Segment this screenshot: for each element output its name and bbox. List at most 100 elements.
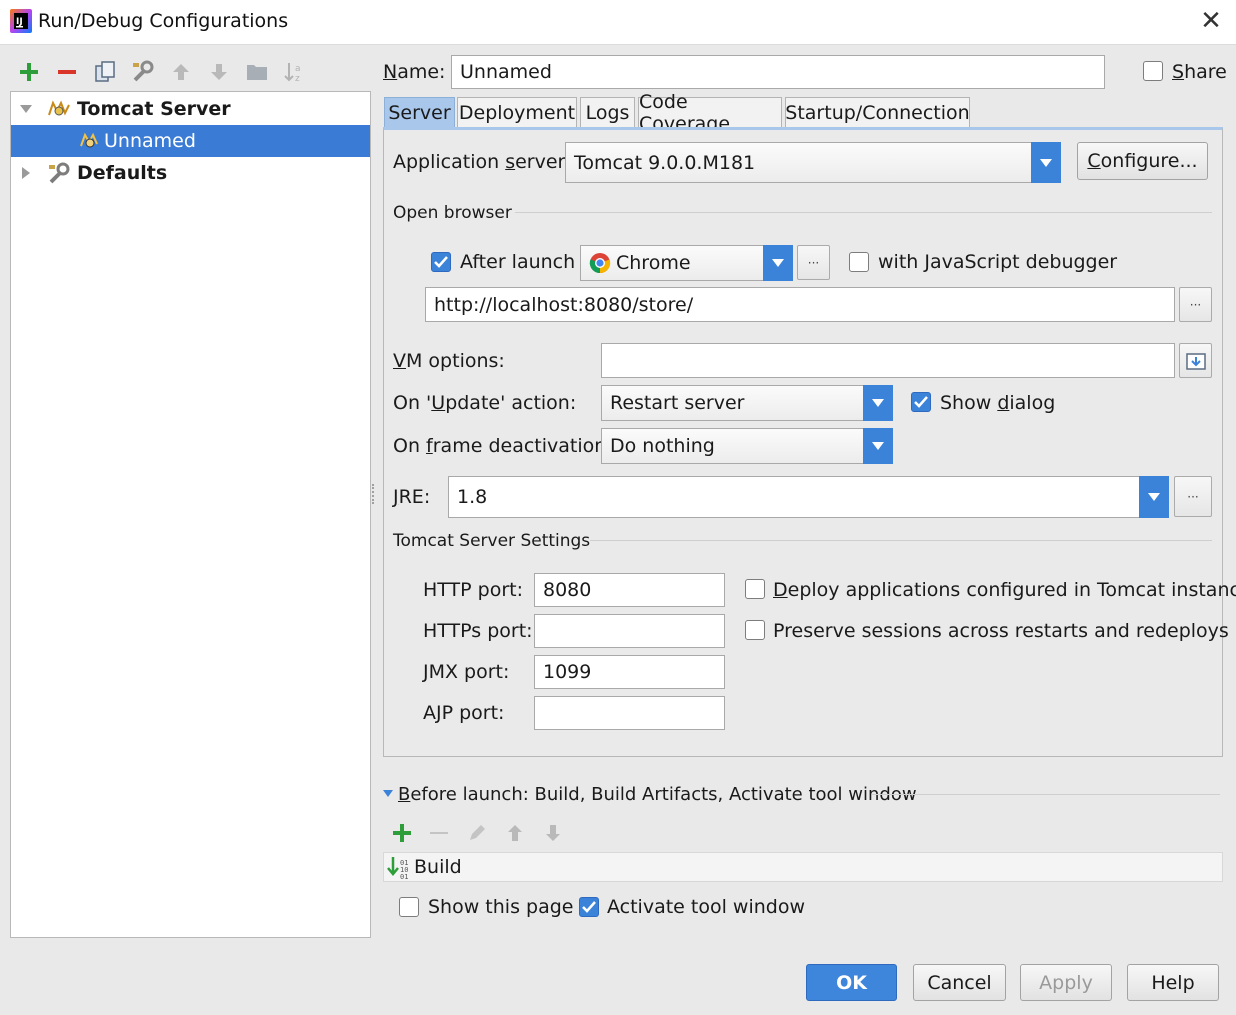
show-this-page-label: Show this page [428, 896, 574, 918]
url-ellipsis-button[interactable]: ··· [1179, 287, 1212, 322]
window-title: Run/Debug Configurations [38, 10, 289, 32]
preserve-sessions-checkbox[interactable] [745, 620, 765, 640]
cancel-button[interactable]: Cancel [913, 964, 1006, 1001]
configure-button[interactable]: Configure... [1077, 142, 1208, 180]
activate-tool-window-label: Activate tool window [607, 896, 806, 918]
name-label: Name: [383, 61, 446, 83]
show-this-page-checkbox[interactable] [399, 897, 419, 917]
help-button[interactable]: Help [1127, 964, 1219, 1001]
activate-tool-window-checkbox[interactable] [579, 897, 599, 917]
remove-task-icon[interactable] [425, 819, 453, 847]
tree-label-tomcat-server: Tomcat Server [77, 98, 231, 120]
jre-label: JRE: [393, 486, 431, 508]
expand-triangle-icon[interactable] [19, 166, 33, 180]
update-action-label: On 'Update' action: [393, 392, 577, 414]
https-port-label: HTTPs port: [423, 620, 533, 642]
https-port-field[interactable] [534, 614, 725, 648]
splitter-handle[interactable] [372, 484, 376, 504]
tab-deployment[interactable]: Deployment [457, 97, 577, 127]
tree-item-tomcat-server[interactable]: Tomcat Server [11, 93, 370, 125]
collapse-triangle-icon[interactable] [19, 102, 33, 116]
deploy-apps-label: Deploy applications configured in Tomcat… [773, 579, 1236, 601]
tree-item-unnamed[interactable]: Unnamed [11, 125, 370, 157]
intellij-app-icon: IJ [10, 9, 32, 33]
ok-button[interactable]: OK [806, 964, 897, 1001]
wrench-icon [49, 162, 70, 184]
jre-combo[interactable]: 1.8 [448, 476, 1169, 518]
jre-ellipsis-button[interactable]: ··· [1174, 476, 1212, 517]
after-launch-checkbox[interactable] [431, 252, 451, 272]
ajp-port-field[interactable] [534, 696, 725, 730]
add-icon[interactable] [15, 58, 43, 86]
edit-task-icon[interactable] [463, 819, 491, 847]
chevron-down-icon[interactable] [1031, 142, 1061, 183]
tree-item-defaults[interactable]: Defaults [11, 157, 370, 189]
open-browser-separator [515, 212, 1212, 213]
close-icon[interactable]: ✕ [1198, 8, 1224, 34]
svg-text:z: z [295, 74, 300, 84]
tomcat-settings-label: Tomcat Server Settings [393, 531, 591, 551]
jre-value: 1.8 [457, 486, 488, 508]
build-task-item[interactable]: Build [414, 856, 462, 878]
tree-label-defaults: Defaults [77, 162, 168, 184]
remove-icon[interactable] [53, 58, 81, 86]
tree-label-unnamed: Unnamed [104, 130, 196, 152]
share-label: Share [1172, 61, 1227, 83]
sort-icon[interactable]: az [281, 58, 309, 86]
chevron-down-icon[interactable] [863, 385, 893, 421]
tomcat-config-icon [80, 132, 98, 148]
move-down-icon[interactable] [205, 58, 233, 86]
jmx-port-field[interactable]: 1099 [534, 655, 725, 689]
configuration-tree: Tomcat Server Unnamed Defaults [10, 91, 371, 938]
name-field[interactable]: Unnamed [451, 55, 1105, 89]
app-server-label: Application server: [393, 151, 572, 173]
http-port-label: HTTP port: [423, 579, 524, 601]
js-debugger-checkbox[interactable] [849, 252, 869, 272]
show-dialog-checkbox[interactable] [911, 392, 931, 412]
collapse-triangle-icon[interactable] [383, 790, 393, 798]
chevron-down-icon[interactable] [863, 428, 893, 464]
apply-button[interactable]: Apply [1020, 964, 1112, 1001]
preserve-sessions-label: Preserve sessions across restarts and re… [773, 620, 1229, 642]
update-action-combo[interactable]: Restart server [601, 385, 893, 421]
after-launch-label: After launch [460, 251, 576, 273]
copy-icon[interactable] [91, 58, 119, 86]
http-port-field[interactable]: 8080 [534, 573, 725, 607]
edit-defaults-icon[interactable] [129, 58, 157, 86]
tab-code-coverage[interactable]: Code Coverage [638, 91, 782, 135]
move-up-icon[interactable] [167, 58, 195, 86]
expand-field-icon[interactable] [1179, 343, 1212, 378]
browser-combo[interactable]: Chrome [580, 245, 793, 281]
frame-deactivation-value: Do nothing [610, 435, 715, 457]
chevron-down-icon[interactable] [763, 245, 793, 281]
tomcat-settings-separator [590, 540, 1212, 541]
browser-ellipsis-button[interactable]: ··· [797, 245, 830, 280]
add-task-icon[interactable] [388, 819, 416, 847]
jmx-port-label: JMX port: [423, 661, 510, 683]
tab-logs[interactable]: Logs [580, 97, 635, 127]
before-launch-list [383, 852, 1223, 882]
url-field[interactable]: http://localhost:8080/store/ [425, 287, 1175, 322]
frame-deactivation-label: On frame deactivation: [393, 435, 613, 457]
tab-server[interactable]: Server [384, 97, 455, 127]
ajp-port-label: AJP port: [423, 702, 505, 724]
app-server-value: Tomcat 9.0.0.M181 [574, 151, 756, 174]
tab-startup-connection[interactable]: Startup/Connection [785, 97, 970, 127]
tomcat-icon [48, 100, 70, 116]
open-browser-label: Open browser [393, 203, 512, 223]
before-launch-separator [872, 794, 1220, 795]
show-dialog-label: Show dialog [940, 392, 1056, 414]
js-debugger-label: with JavaScript debugger [878, 251, 1118, 273]
vm-options-field[interactable] [601, 343, 1175, 378]
app-server-combo[interactable]: Tomcat 9.0.0.M181 [565, 142, 1061, 183]
share-checkbox[interactable] [1143, 61, 1163, 81]
move-task-down-icon[interactable] [539, 819, 567, 847]
folder-icon[interactable] [243, 58, 271, 86]
browser-value: Chrome [616, 252, 691, 274]
svg-text:01: 01 [400, 873, 408, 879]
move-task-up-icon[interactable] [501, 819, 529, 847]
deploy-apps-checkbox[interactable] [745, 579, 765, 599]
frame-deactivation-combo[interactable]: Do nothing [601, 428, 893, 464]
before-launch-label[interactable]: Before launch: Build, Build Artifacts, A… [398, 784, 917, 805]
chevron-down-icon[interactable] [1139, 476, 1169, 518]
